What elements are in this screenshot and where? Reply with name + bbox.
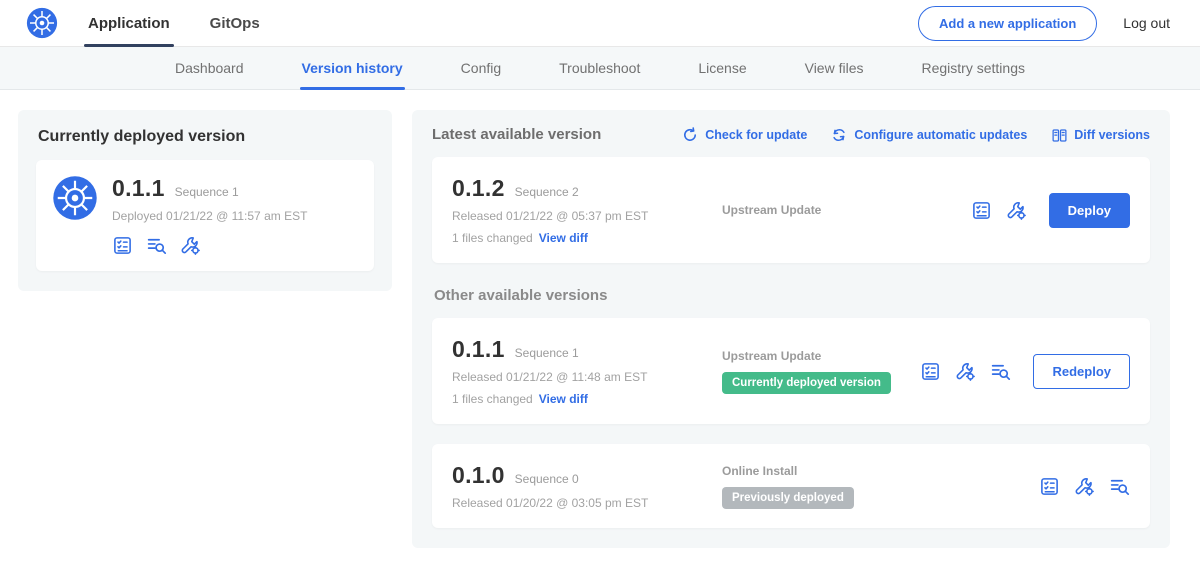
deployed-version-card: 0.1.1 Sequence 1 Deployed 01/21/22 @ 11:… <box>36 160 374 271</box>
version-number: 0.1.0 <box>452 462 505 489</box>
subnav-item-config[interactable]: Config <box>461 47 501 90</box>
version-number: 0.1.2 <box>452 175 505 202</box>
sequence-label: Sequence 1 <box>515 346 579 360</box>
edit-config-icon[interactable] <box>1074 476 1095 497</box>
deployed-sequence-label: Sequence 1 <box>175 185 239 199</box>
release-notes-icon[interactable] <box>1039 476 1060 497</box>
edit-config-icon[interactable] <box>180 235 201 256</box>
auto-update-icon <box>831 127 847 143</box>
configure-automatic-updates-link[interactable]: Configure automatic updates <box>831 127 1027 143</box>
diff-versions-link[interactable]: Diff versions <box>1051 127 1150 143</box>
edit-config-icon[interactable] <box>955 361 976 382</box>
previously-deployed-badge: Previously deployed <box>722 487 854 509</box>
latest-available-title: Latest available version <box>432 126 601 143</box>
version-source-label: Upstream Update <box>722 349 920 363</box>
sequence-label: Sequence 0 <box>515 472 579 486</box>
released-timestamp: Released 01/20/22 @ 03:05 pm EST <box>452 496 710 510</box>
app-sub-nav: Dashboard Version history Config Trouble… <box>0 47 1200 90</box>
release-notes-icon[interactable] <box>971 200 992 221</box>
released-timestamp: Released 01/21/22 @ 11:48 am EST <box>452 370 710 384</box>
deployed-version-number: 0.1.1 <box>112 175 165 202</box>
diff-versions-icon <box>1051 127 1067 143</box>
other-versions-title: Other available versions <box>434 287 1150 304</box>
deployed-panel-title: Currently deployed version <box>38 128 374 146</box>
view-diff-link[interactable]: View diff <box>539 392 588 406</box>
files-changed-label: 1 files changed <box>452 231 533 245</box>
top-nav: Application GitOps Add a new application… <box>0 0 1200 47</box>
diff-lines-icon[interactable] <box>146 235 167 256</box>
version-row-011: 0.1.1 Sequence 1 Released 01/21/22 @ 11:… <box>432 318 1150 424</box>
app-kubernetes-icon <box>52 175 98 221</box>
version-row-010: 0.1.0 Sequence 0 Released 01/20/22 @ 03:… <box>432 444 1150 528</box>
sequence-label: Sequence 2 <box>515 185 579 199</box>
files-changed-label: 1 files changed <box>452 392 533 406</box>
edit-config-icon[interactable] <box>1006 200 1027 221</box>
subnav-item-license[interactable]: License <box>698 47 746 90</box>
deploy-button[interactable]: Deploy <box>1049 193 1130 228</box>
release-notes-icon[interactable] <box>920 361 941 382</box>
release-notes-icon[interactable] <box>112 235 133 256</box>
view-diff-link[interactable]: View diff <box>539 231 588 245</box>
add-new-application-button[interactable]: Add a new application <box>918 6 1097 41</box>
subnav-item-version-history[interactable]: Version history <box>302 47 403 90</box>
subnav-item-registry-settings[interactable]: Registry settings <box>922 47 1025 90</box>
version-source-label: Online Install <box>722 464 1039 478</box>
subnav-item-dashboard[interactable]: Dashboard <box>175 47 244 90</box>
tab-application[interactable]: Application <box>88 0 170 47</box>
diff-lines-icon[interactable] <box>990 361 1011 382</box>
version-row-latest: 0.1.2 Sequence 2 Released 01/21/22 @ 05:… <box>432 157 1150 263</box>
released-timestamp: Released 01/21/22 @ 05:37 pm EST <box>452 209 710 223</box>
refresh-icon <box>682 127 698 143</box>
version-history-page: Currently deployed version 0.1.1 Sequenc… <box>0 90 1200 548</box>
subnav-item-troubleshoot[interactable]: Troubleshoot <box>559 47 640 90</box>
version-number: 0.1.1 <box>452 336 505 363</box>
subnav-item-view-files[interactable]: View files <box>805 47 864 90</box>
currently-deployed-panel: Currently deployed version 0.1.1 Sequenc… <box>18 110 392 291</box>
logout-link[interactable]: Log out <box>1123 15 1170 31</box>
check-for-update-link[interactable]: Check for update <box>682 127 807 143</box>
kubernetes-logo-icon <box>26 7 58 39</box>
diff-lines-icon[interactable] <box>1109 476 1130 497</box>
currently-deployed-badge: Currently deployed version <box>722 372 891 394</box>
deployed-timestamp: Deployed 01/21/22 @ 11:57 am EST <box>112 209 307 223</box>
tab-gitops[interactable]: GitOps <box>210 0 260 47</box>
version-source-label: Upstream Update <box>722 203 971 217</box>
redeploy-button[interactable]: Redeploy <box>1033 354 1130 389</box>
available-versions-panel: Latest available version Check for updat… <box>412 110 1170 548</box>
